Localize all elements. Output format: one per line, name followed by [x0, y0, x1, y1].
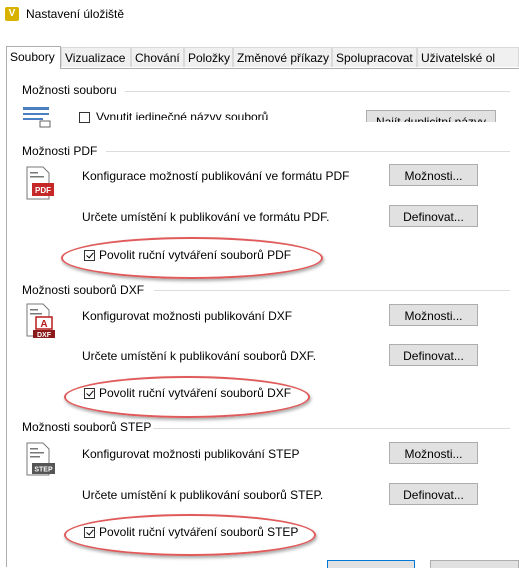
- dxf-configure-text: Konfigurovat možnosti publikování DXF: [82, 309, 293, 323]
- file-list-icon: [23, 107, 51, 128]
- file-options-label: Možnosti souboru: [22, 83, 117, 97]
- dxf-manual-checkbox[interactable]: [84, 388, 95, 399]
- step-options-button[interactable]: Možnosti...: [389, 442, 478, 464]
- dxf-file-icon: A DXF: [26, 303, 55, 339]
- pdf-configure-text: Konfigurace možností publikování ve form…: [82, 169, 350, 183]
- tab-polozky[interactable]: Položky: [184, 47, 233, 67]
- dxf-options-button[interactable]: Možnosti...: [389, 304, 478, 326]
- step-manual-checkbox[interactable]: [84, 527, 95, 538]
- dxf-options-label: Možnosti souborů DXF: [22, 283, 145, 297]
- step-manual-label: Povolit ruční vytváření souborů STEP: [99, 525, 299, 539]
- pdf-define-button[interactable]: Definovat...: [389, 205, 478, 227]
- step-file-icon: STEP: [26, 442, 55, 476]
- step-location-text: Určete umístění k publikování souborů ST…: [82, 488, 324, 502]
- pdf-options-label: Možnosti PDF: [22, 144, 98, 158]
- unique-names-label: Vynutit jedinečné názvy souborů: [96, 110, 269, 120]
- separator: [106, 151, 510, 152]
- cancel-button[interactable]: [430, 560, 519, 568]
- tab-soubory[interactable]: Soubory: [6, 46, 61, 69]
- pdf-file-icon: PDF: [26, 166, 54, 200]
- window-title: Nastavení úložiště: [26, 7, 125, 21]
- svg-text:A: A: [40, 319, 47, 330]
- pdf-options-button[interactable]: Možnosti...: [389, 164, 478, 186]
- dxf-manual-label: Povolit ruční vytváření souborů DXF: [99, 386, 292, 400]
- tab-uzivatelske[interactable]: Uživatelské ol: [417, 47, 519, 67]
- dxf-define-button[interactable]: Definovat...: [389, 344, 478, 366]
- title-bar: V Nastavení úložiště: [0, 0, 519, 30]
- pdf-manual-checkbox[interactable]: [84, 250, 95, 261]
- separator: [153, 428, 510, 429]
- separator: [125, 91, 510, 92]
- find-duplicates-button[interactable]: Najít duplicitní názvy: [366, 110, 496, 122]
- ok-button[interactable]: [327, 560, 415, 568]
- svg-text:STEP: STEP: [34, 467, 53, 474]
- pdf-location-text: Určete umístění k publikování ve formátu…: [82, 210, 330, 224]
- svg-text:DXF: DXF: [37, 332, 52, 339]
- tab-spolupracovat[interactable]: Spolupracovat: [332, 47, 417, 67]
- step-configure-text: Konfigurovat možnosti publikování STEP: [82, 447, 300, 461]
- unique-names-checkbox[interactable]: [79, 112, 90, 123]
- separator: [154, 290, 510, 291]
- app-icon: V: [5, 7, 19, 21]
- svg-text:PDF: PDF: [35, 186, 51, 195]
- step-options-label: Možnosti souborů STEP: [22, 420, 152, 434]
- tab-zmenove-prikazy[interactable]: Změnové příkazy: [233, 47, 332, 67]
- dxf-location-text: Určete umístění k publikování souborů DX…: [82, 349, 317, 363]
- pdf-manual-label: Povolit ruční vytváření souborů PDF: [99, 248, 292, 262]
- step-define-button[interactable]: Definovat...: [389, 483, 478, 505]
- tab-vizualizace[interactable]: Vizualizace: [61, 47, 131, 67]
- tab-strip: Soubory Vizualizace Chování Položky Změn…: [6, 46, 519, 69]
- tab-chovani[interactable]: Chování: [131, 47, 184, 67]
